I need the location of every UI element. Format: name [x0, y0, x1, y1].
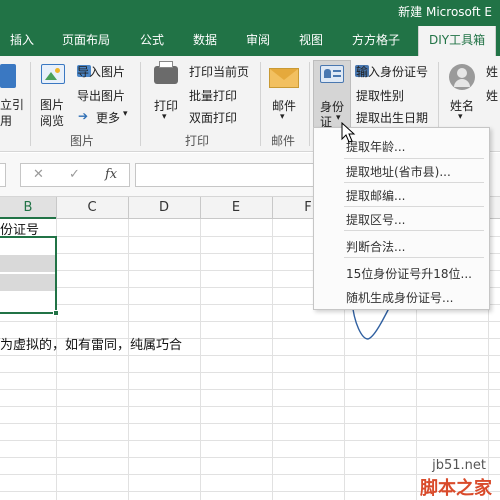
tab-view[interactable]: 视图	[299, 31, 323, 48]
mail-dropdown-icon: ▾	[280, 112, 285, 122]
name-button[interactable]: 姓名 ▾	[444, 60, 482, 130]
column-header-d[interactable]: D	[128, 200, 200, 215]
partial-right-label-1[interactable]: 姓	[486, 63, 498, 80]
menu-item-extract-address[interactable]: 提取地址(省市县)...	[346, 163, 451, 180]
batch-print-button[interactable]: 批量打印	[189, 87, 237, 104]
tab-fangfang[interactable]: 方方格子	[352, 31, 400, 48]
partial-left-label-2[interactable]: 用	[0, 112, 12, 129]
window-title: 新建 Microsoft E	[398, 5, 492, 19]
menu-item-extract-area-code[interactable]: 提取区号...	[346, 211, 405, 228]
column-header-e[interactable]: E	[200, 200, 272, 215]
column-header-c[interactable]: C	[56, 200, 128, 215]
image-view-button[interactable]: 图片 阅览	[36, 60, 70, 128]
cancel-icon[interactable]: ✕	[33, 167, 44, 182]
id-card-icon	[320, 65, 344, 83]
mouse-cursor	[341, 122, 356, 143]
duplex-print-button[interactable]: 双面打印	[189, 109, 237, 126]
insert-function-icon[interactable]: fx	[105, 167, 117, 182]
tab-page-layout[interactable]: 页面布局	[62, 31, 110, 48]
person-icon	[449, 64, 475, 90]
more-dropdown-icon: ▾	[123, 109, 128, 119]
watermark-brand: 脚本之家	[420, 478, 492, 499]
id-card-button[interactable]: 身份 证 ▾	[313, 60, 351, 130]
mail-button[interactable]: 邮件 ▾	[266, 60, 304, 130]
tab-diy-toolbox[interactable]: DIY工具箱	[418, 26, 497, 56]
print-button[interactable]: 打印 ▾	[148, 60, 182, 130]
export-image-button[interactable]: 导出图片	[77, 87, 125, 104]
menu-item-random-generate[interactable]: 随机生成身份证号...	[346, 289, 453, 306]
extract-gender-button[interactable]: 提取性别	[356, 87, 404, 104]
partial-left-label-1[interactable]: 立引	[0, 96, 24, 113]
id-card-dropdown-menu: 提取年龄... 提取地址(省市县)... 提取邮编... 提取区号... 判断合…	[313, 127, 490, 310]
tab-formulas[interactable]: 公式	[140, 31, 164, 48]
print-dropdown-icon: ▾	[162, 112, 167, 122]
id-dropdown-icon: ▾	[336, 113, 341, 123]
name-box[interactable]	[0, 163, 6, 187]
formula-buttons: ✕ ✓ fx	[20, 163, 130, 187]
partial-right-label-2[interactable]: 姓	[486, 87, 498, 104]
cell-row8-note[interactable]: 为虚拟的，如有雷同，纯属巧合	[0, 334, 182, 353]
image-view-label-1: 图片	[40, 98, 65, 112]
formula-input[interactable]	[135, 163, 315, 187]
selected-range[interactable]	[0, 236, 59, 316]
mail-group-label: 邮件	[271, 134, 296, 148]
ribbon-tab-row: 插入 页面布局 公式 数据 审阅 视图 方方格子 DIY工具箱	[0, 22, 500, 56]
envelope-icon	[269, 68, 299, 88]
tab-review[interactable]: 审阅	[246, 31, 270, 48]
printer-icon	[154, 61, 178, 84]
tab-data[interactable]: 数据	[193, 31, 217, 48]
title-bar: 新建 Microsoft E	[0, 0, 500, 22]
more-arrow-icon: ➔	[78, 109, 89, 123]
tab-insert[interactable]: 插入	[10, 31, 34, 48]
image-group-label: 图片	[70, 134, 95, 148]
name-dropdown-icon: ▾	[458, 112, 463, 122]
menu-item-upgrade-15-to-18[interactable]: 15位身份证号升18位...	[346, 265, 472, 282]
confirm-icon[interactable]: ✓	[69, 167, 80, 182]
column-header-b[interactable]: B	[0, 200, 56, 215]
menu-item-validate[interactable]: 判断合法...	[346, 238, 405, 255]
input-id-button[interactable]: 输入身份证号	[356, 63, 428, 80]
import-image-button[interactable]: 导入图片	[77, 63, 125, 80]
watermark-site: jb51.net	[432, 458, 486, 473]
image-icon	[41, 64, 65, 84]
image-view-label-2: 阅览	[40, 114, 65, 128]
menu-item-extract-postcode[interactable]: 提取邮编...	[346, 187, 405, 204]
partial-left-icon	[0, 64, 16, 88]
extract-birth-date-button[interactable]: 提取出生日期	[356, 109, 428, 126]
print-current-page-button[interactable]: 打印当前页	[189, 63, 249, 80]
fill-handle[interactable]	[53, 310, 59, 316]
more-button[interactable]: 更多	[96, 109, 120, 126]
print-group-label: 打印	[185, 134, 210, 148]
